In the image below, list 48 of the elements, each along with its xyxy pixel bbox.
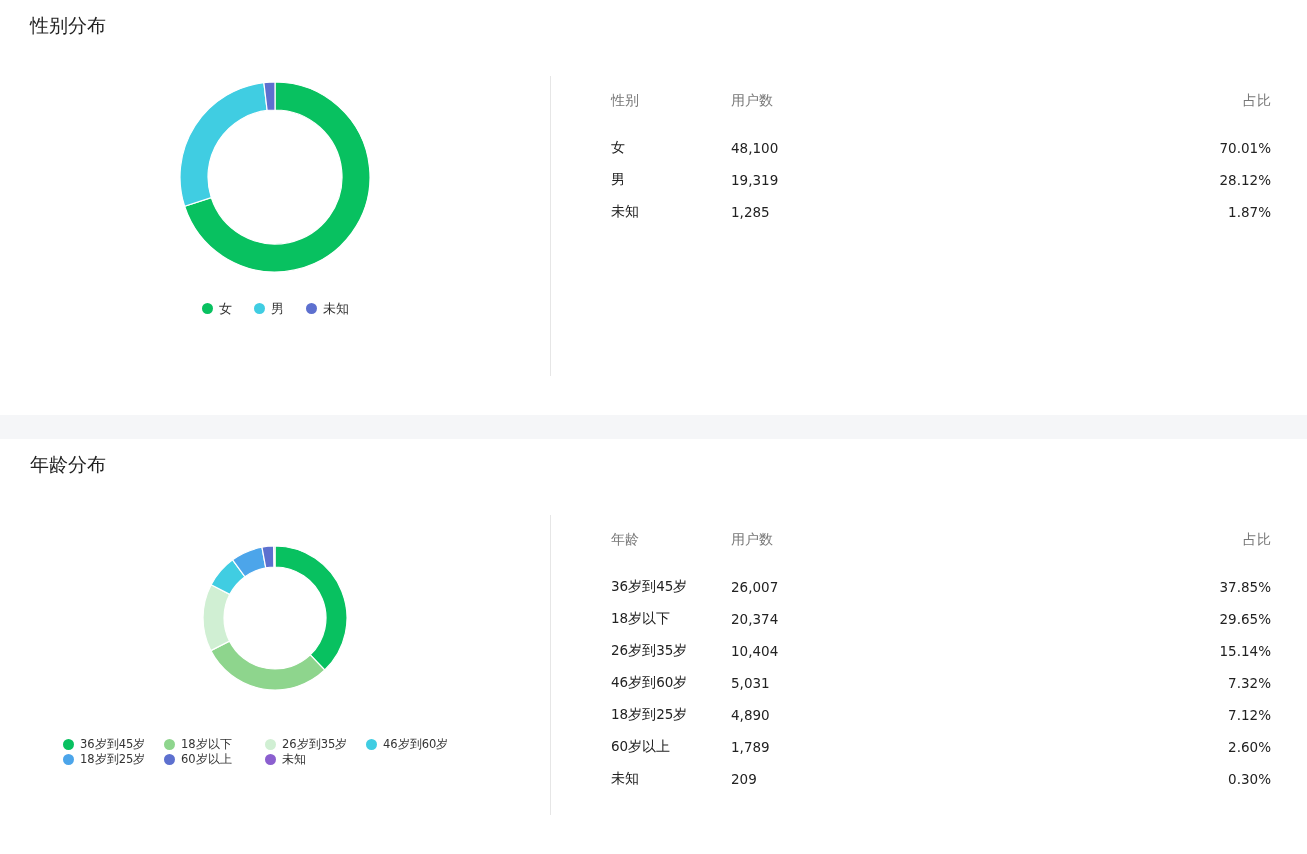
table-cell: 4,890 (731, 707, 770, 723)
table-cell: 男 (611, 171, 625, 187)
section-title: 性别分布 (30, 13, 106, 38)
table-cell: 女 (611, 139, 625, 155)
table-cell: 18岁到25岁 (611, 706, 688, 722)
table-cell: 7.12% (1228, 707, 1271, 723)
table-cell: 28.12% (1219, 172, 1271, 188)
table-cell: 1.87% (1228, 204, 1271, 220)
table-cell: 15.14% (1219, 643, 1271, 659)
legend-label: 18岁以下 (181, 737, 232, 752)
legend-label: 女 (218, 301, 232, 316)
table-cell: 37.85% (1219, 579, 1271, 595)
table-cell: 209 (731, 771, 757, 787)
column-header: 占比 (1243, 92, 1271, 108)
table-cell: 26,007 (731, 579, 779, 595)
section-title: 年龄分布 (30, 452, 106, 477)
table-cell: 36岁到45岁 (611, 578, 688, 594)
table-cell: 46岁到60岁 (611, 674, 688, 690)
legend-label: 26岁到35岁 (282, 737, 348, 752)
table-cell: 19,319 (731, 172, 779, 188)
column-header: 性别 (611, 92, 639, 108)
table-cell: 70.01% (1219, 140, 1271, 156)
table-cell: 0.30% (1228, 771, 1271, 787)
table-cell: 26岁到35岁 (611, 642, 688, 658)
legend-label: 男 (270, 301, 284, 316)
table-cell: 未知 (611, 770, 639, 786)
legend-label: 未知 (282, 752, 306, 767)
table-cell: 60岁以上 (611, 738, 671, 754)
table-cell: 10,404 (731, 643, 779, 659)
legend-label: 46岁到60岁 (383, 737, 449, 752)
legend-label: 未知 (322, 301, 349, 316)
legend-label: 36岁到45岁 (80, 737, 146, 752)
table-cell: 5,031 (731, 675, 770, 691)
column-header: 占比 (1243, 531, 1271, 547)
table-cell: 未知 (611, 203, 639, 219)
table-cell: 48,100 (731, 140, 779, 156)
column-header: 用户数 (731, 531, 773, 547)
table-cell: 29.65% (1219, 611, 1271, 627)
table-cell: 1,285 (731, 204, 770, 220)
table-cell: 1,789 (731, 739, 770, 755)
table-cell: 20,374 (731, 611, 779, 627)
column-header: 年龄 (611, 531, 639, 547)
table-cell: 7.32% (1228, 675, 1271, 691)
legend-label: 60岁以上 (181, 752, 232, 767)
table-cell: 2.60% (1228, 739, 1271, 755)
legend-label: 18岁到25岁 (80, 752, 146, 767)
column-header: 用户数 (731, 92, 773, 108)
table-cell: 18岁以下 (611, 610, 671, 626)
